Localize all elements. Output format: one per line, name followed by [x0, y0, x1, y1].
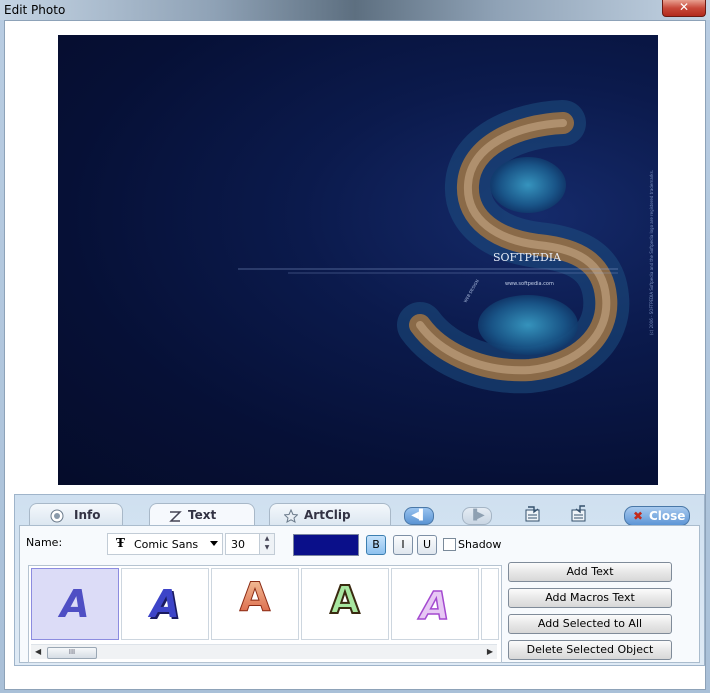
title-bar[interactable]: Edit Photo ✕	[0, 0, 710, 20]
style-letter: A	[417, 584, 449, 628]
text-properties-panel: Name: Ŧ Comic Sans MS 30 ▲ ▼ B I U Shado…	[19, 525, 700, 663]
close-icon: ✖	[633, 509, 644, 523]
tab-text-label: Text	[188, 508, 217, 522]
star-icon	[284, 504, 304, 526]
style-purple-glow[interactable]: A	[391, 568, 479, 640]
photo-image: SOFTPEDIA www.softpedia.com WEB DESIGN (…	[238, 100, 654, 394]
next-button[interactable]: ▐▶	[462, 507, 492, 525]
font-select[interactable]: Ŧ Comic Sans MS	[107, 533, 223, 555]
edit-panel: Info Text ArtClip ◀▌ ▐▶ ✖ Close Name: Ŧ …	[14, 494, 705, 666]
text-color-swatch[interactable]	[293, 534, 359, 556]
scroll-thumb[interactable]: III	[47, 647, 97, 659]
shadow-checkbox[interactable]	[443, 538, 456, 551]
text-tool-icon	[168, 504, 188, 526]
scroll-right-icon[interactable]: ▶	[487, 647, 493, 656]
delete-selected-object-button[interactable]: Delete Selected Object	[508, 640, 672, 660]
add-text-button[interactable]: Add Text	[508, 562, 672, 582]
tab-info-label: Info	[74, 508, 101, 522]
tab-artclip[interactable]: ArtClip	[269, 503, 391, 526]
style-blue-bevel[interactable]: AA	[121, 568, 209, 640]
style-partial[interactable]	[481, 568, 499, 640]
font-size-value: 30	[231, 538, 245, 551]
photo-brand-text: SOFTPEDIA	[493, 251, 562, 264]
close-button-label: Close	[649, 509, 686, 523]
tab-artclip-label: ArtClip	[304, 508, 351, 522]
photo-url-text: www.softpedia.com	[505, 281, 554, 287]
name-label: Name:	[26, 536, 63, 549]
spin-down-icon[interactable]: ▼	[260, 543, 274, 552]
tab-info[interactable]: Info	[29, 503, 123, 526]
add-selected-to-all-button[interactable]: Add Selected to All	[508, 614, 672, 634]
shadow-label: Shadow	[458, 538, 502, 551]
photo-side-text: (c) 2006 - SOFTPEDIA Softpedia and the S…	[649, 170, 654, 335]
style-letter: A	[147, 582, 179, 626]
window-close-button[interactable]: ✕	[662, 0, 706, 17]
style-letter: A	[57, 582, 89, 626]
style-green-outline[interactable]: A	[301, 568, 389, 640]
font-size-stepper[interactable]: 30 ▲ ▼	[225, 533, 275, 555]
style-letter: A	[240, 575, 271, 621]
window-title: Edit Photo	[4, 3, 66, 17]
font-size-spinner[interactable]: ▲ ▼	[259, 534, 274, 554]
tab-bar: Info Text ArtClip	[15, 495, 704, 526]
scroll-left-icon[interactable]: ◀	[35, 647, 41, 656]
chevron-down-icon	[210, 541, 218, 546]
style-orange-gradient[interactable]: A	[211, 568, 299, 640]
export-icon[interactable]	[523, 505, 543, 523]
close-button[interactable]: ✖ Close	[624, 506, 690, 526]
font-name-value: Comic Sans MS	[134, 538, 202, 551]
import-icon[interactable]	[569, 505, 589, 523]
photo-canvas[interactable]: SOFTPEDIA www.softpedia.com WEB DESIGN (…	[58, 35, 658, 485]
spin-up-icon[interactable]: ▲	[260, 534, 274, 543]
edit-photo-window: Edit Photo ✕ SOFTPEDIA www.softpedia.com	[0, 0, 710, 693]
photo-curve-text: WEB DESIGN	[463, 279, 480, 304]
add-macros-text-button[interactable]: Add Macros Text	[508, 588, 672, 608]
bold-button[interactable]: B	[366, 535, 386, 555]
style-letter: A	[330, 578, 360, 622]
info-icon	[50, 504, 70, 526]
text-style-gallery: A AA A A A ◀ III ▶	[28, 565, 502, 663]
font-type-icon: Ŧ	[116, 536, 125, 550]
italic-button[interactable]: I	[393, 535, 413, 555]
tab-text[interactable]: Text	[149, 503, 255, 526]
gallery-scrollbar[interactable]: ◀ III ▶	[31, 644, 497, 659]
underline-button[interactable]: U	[417, 535, 437, 555]
style-plain-blue[interactable]: A	[31, 568, 119, 640]
previous-button[interactable]: ◀▌	[404, 507, 434, 525]
